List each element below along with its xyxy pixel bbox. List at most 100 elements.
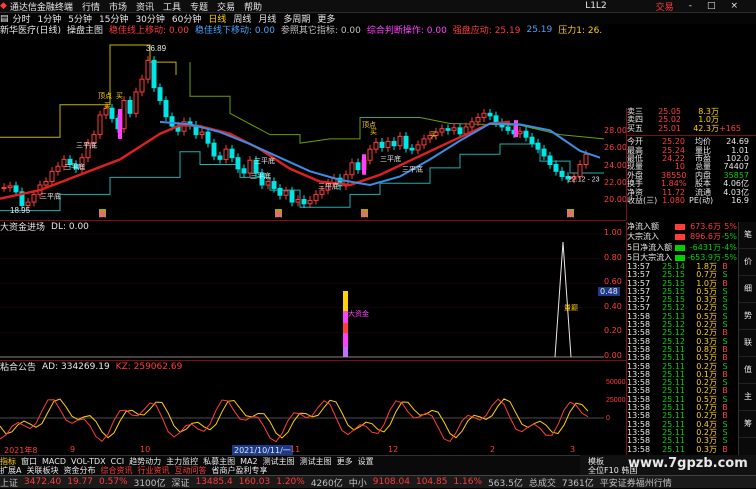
flow-label: 5日净流入额 [627, 242, 673, 252]
order-change: +165 [719, 123, 741, 133]
main-panel-header: 新华医疗(日线) 操盘主图 稳佳线上移动: 0.00 稳佳线下移动: 0.00 参照… [0, 24, 626, 36]
flow-bar [675, 234, 685, 241]
candle [145, 56, 151, 84]
flow-axis: 1.00 0.80 0.60 0.40 0.20 0.00 0.48 [598, 220, 626, 360]
highlight-candle [118, 109, 122, 139]
candlestick-chart[interactable]: 36.8918.9522.12 - 23三平底三平底三平底三平底三平底三平底三平… [0, 35, 626, 220]
fund-bar-segment [343, 347, 348, 357]
candle [295, 195, 301, 207]
candle [541, 144, 547, 161]
minimize-icon[interactable]: - [689, 1, 692, 11]
flow-tick-2: 0.60 [604, 277, 622, 287]
date-label-6: 2 [490, 445, 496, 454]
menu-item-2[interactable]: 资讯 [136, 0, 154, 13]
info-tab-1[interactable]: 关联板块 [26, 465, 58, 476]
order-book-row: 买五 25.01 42.3万 +165 [627, 123, 756, 133]
tick-volume: 0.3万 [696, 444, 717, 454]
high-price-label: 36.89 [146, 44, 167, 53]
app-logo-icon: ◆ [0, 1, 7, 11]
pattern-marker-3: 三平底 [250, 171, 271, 180]
fund-bar-segment [343, 323, 348, 333]
candle [241, 164, 247, 178]
candle [235, 153, 241, 174]
ad-chart[interactable]: 50000 25000 0 [0, 372, 626, 444]
info-tab-6[interactable]: 省商户盈利专享 [211, 465, 267, 476]
indicator-value-3: 综合判断操作: 0.00 [366, 26, 447, 35]
kz-value: KZ: 259062.69 [115, 361, 183, 372]
tick-row[interactable]: 13:58 25.11 0.3万 B [627, 444, 739, 454]
menu-item-5[interactable]: 交易 [217, 0, 235, 13]
fund-flow-chart[interactable]: 大资金 量巅 [0, 232, 626, 360]
pattern-marker-2: 三平底 [76, 140, 97, 149]
candle [445, 124, 451, 135]
date-label-5: 12 [388, 445, 399, 454]
candle [229, 144, 235, 162]
pattern-marker-0: 三平底 [40, 192, 61, 201]
side-tab-1[interactable]: 价 [739, 249, 756, 276]
candle [523, 126, 529, 142]
side-tab-2[interactable]: 细 [739, 276, 756, 303]
main-menu: 行情 市场 资讯 工具 专题 交易 帮助 [82, 0, 271, 13]
candle [451, 123, 457, 135]
flow-value: -6431万 [689, 242, 721, 252]
indicator-name[interactable]: 操盘主图 [67, 24, 103, 35]
info-tab-5[interactable]: 互动问答 [174, 465, 206, 476]
fund-flow-summary: 净流入额 673.6万 5% 大宗流入 896.6万 -5% 5日净流入额 -6431万 -4%… [626, 222, 739, 262]
pattern-marker-10: 买 [370, 128, 377, 136]
ad-title[interactable]: 粘合公告 [0, 361, 36, 372]
trade-button[interactable]: 交易 [656, 0, 674, 13]
candle [199, 127, 205, 139]
side-tab-5[interactable]: 值 [739, 357, 756, 384]
tick-price: 25.11 [662, 444, 685, 454]
menu-item-6[interactable]: 帮助 [244, 0, 262, 13]
user-label: L1L2 [585, 1, 607, 11]
indicator-value-6: 压力1: 26. [558, 26, 603, 35]
candle [49, 167, 55, 186]
flow-percent: -5% [721, 232, 737, 242]
flow-title[interactable]: 大资金进场 [0, 221, 45, 232]
menu-item-3[interactable]: 工具 [163, 0, 181, 13]
side-tab-6[interactable]: 主 [739, 384, 756, 411]
menu-item-4[interactable]: 专题 [190, 0, 208, 13]
side-tab-0[interactable]: 笔 [739, 222, 756, 249]
info-tab-4[interactable]: 行业资讯 [137, 465, 169, 476]
ad-panel: 粘合公告 AD: 334269.19 KZ: 259062.69 50000 25… [0, 360, 626, 446]
candle [547, 151, 553, 169]
main-chart-panel: 新华医疗(日线) 操盘主图 稳佳线上移动: 0.00 稳佳线下移动: 0.00 参照… [0, 24, 626, 220]
info-tab-2[interactable]: 资金分布 [63, 465, 95, 476]
maximize-icon[interactable]: □ [707, 1, 716, 11]
order-book-row: 卖三 25.05 8.3万 [627, 107, 756, 116]
side-tab-3[interactable]: 势 [739, 303, 756, 330]
menu-item-1[interactable]: 市场 [109, 0, 127, 13]
pattern-marker-12: 顶点 [98, 92, 112, 100]
indicator-value-1: 稳佳线下移动: 0.00 [194, 26, 275, 35]
candle [97, 110, 103, 139]
candle [301, 195, 307, 209]
candle [367, 144, 373, 165]
flow-percent: -4% [721, 242, 737, 252]
menu-item-0[interactable]: 行情 [82, 0, 100, 13]
info-tab-3[interactable]: 综合资讯 [100, 465, 132, 476]
candle [553, 160, 559, 176]
candle [397, 132, 403, 150]
ad-value: AD: 334269.19 [42, 361, 110, 372]
side-tab-4[interactable]: 联 [739, 330, 756, 357]
tick-list[interactable]: 13:57 25.14 1.8万 B 13:57 25.15 0.7万 S 13:57 25.15… [626, 262, 739, 455]
flow-row: 5日净流入额 -6431万 -4% [627, 243, 739, 253]
layout-icon[interactable]: ▤ [0, 14, 9, 24]
candle [517, 126, 523, 139]
info-tab-0[interactable]: 扩展A [0, 465, 21, 476]
stock-title[interactable]: 新华医疗(日线) [0, 24, 61, 35]
flow-label: 净流入额 [627, 222, 659, 231]
indicator-value-5: 25.19 [526, 24, 553, 35]
close-icon[interactable]: × [730, 1, 738, 11]
side-tab-7[interactable]: 筹 [739, 411, 756, 438]
pattern-marker-5: 三平底 [318, 181, 339, 190]
price-axis: 28.00 26.00 24.00 22.00 20.00 [604, 24, 627, 220]
indicator-value-0: 稳佳线上移动: 0.00 [109, 26, 189, 35]
ad-tick-0: 50000 [606, 379, 626, 386]
status-item-8: 1.20% [276, 477, 305, 487]
date-label-7: 3 [570, 445, 576, 454]
field-value-2: 16.9 [731, 195, 749, 205]
pattern-marker-9: 买 [116, 92, 123, 100]
